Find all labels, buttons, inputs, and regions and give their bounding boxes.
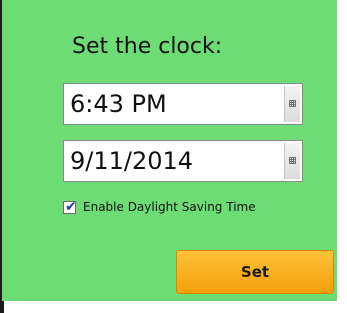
picker-grid-icon <box>289 157 296 164</box>
checkmark-icon: ✔ <box>65 199 77 215</box>
divider <box>0 301 4 313</box>
set-button[interactable]: Set <box>176 250 334 294</box>
panel-title: Set the clock: <box>72 34 223 59</box>
time-value[interactable]: 6:43 PM <box>70 90 167 118</box>
clock-settings-panel: Set the clock: 6:43 PM 9/11/2014 ✔ Enabl… <box>0 0 337 301</box>
set-button-label: Set <box>240 263 270 281</box>
date-input[interactable]: 9/11/2014 <box>63 140 303 182</box>
daylight-saving-checkbox[interactable]: ✔ <box>63 199 77 215</box>
time-picker-button[interactable] <box>284 86 300 122</box>
time-input[interactable]: 6:43 PM <box>63 83 303 125</box>
daylight-saving-label[interactable]: Enable Daylight Saving Time <box>83 200 256 214</box>
date-picker-button[interactable] <box>284 143 300 179</box>
picker-grid-icon <box>289 100 296 107</box>
date-value[interactable]: 9/11/2014 <box>70 147 193 175</box>
